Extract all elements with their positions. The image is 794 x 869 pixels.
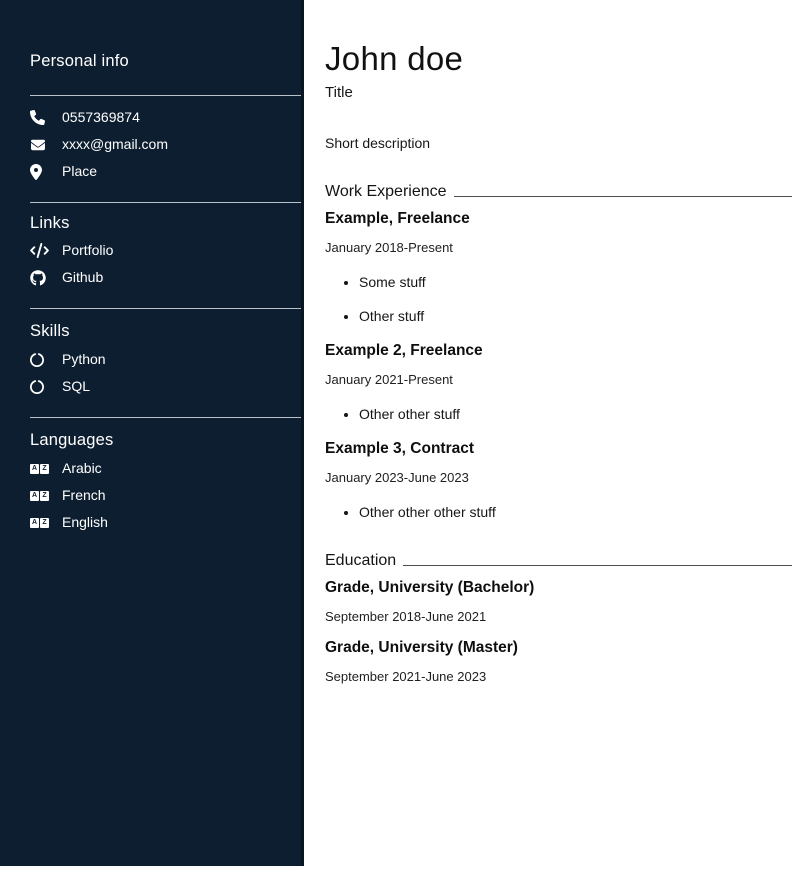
email-row: xxxx@gmail.com — [30, 136, 301, 153]
links-list: Portfolio Github — [30, 242, 301, 286]
skill-label: SQL — [62, 378, 90, 395]
section-rule — [454, 196, 792, 197]
language-label: English — [62, 514, 108, 531]
experience-entry: Example 2, Freelance January 2021-Presen… — [325, 342, 792, 422]
place-label: Place — [62, 163, 97, 180]
github-icon — [30, 270, 52, 286]
language-row: AZ English — [30, 514, 301, 531]
bullet-item: Other other other stuff — [359, 504, 792, 520]
entry-date: January 2023-June 2023 — [325, 470, 792, 485]
phone-number: 0557369874 — [62, 109, 140, 126]
circle-notch-icon — [30, 380, 52, 394]
language-icon: AZ — [30, 464, 52, 474]
language-icon: AZ — [30, 491, 52, 501]
entry-title: Grade, University (Bachelor) — [325, 579, 792, 596]
short-description: Short description — [325, 135, 792, 151]
skills-list: Python SQL — [30, 351, 301, 395]
entry-bullet-list: Other other stuff — [325, 406, 792, 422]
bullet-item: Other other stuff — [359, 406, 792, 422]
location-pin-icon — [30, 164, 52, 180]
language-icon: AZ — [30, 518, 52, 528]
skills-heading: Skills — [30, 322, 301, 341]
link-github[interactable]: Github — [30, 269, 301, 286]
sidebar: Personal info 0557369874 xxxx@gmail.com … — [0, 0, 304, 866]
link-portfolio-label: Portfolio — [62, 242, 113, 259]
entry-date: January 2021-Present — [325, 372, 792, 387]
personal-info-heading: Personal info — [30, 52, 301, 71]
experience-entry: Example 3, Contract January 2023-June 20… — [325, 440, 792, 520]
education-heading: Education — [325, 551, 396, 570]
contact-list: 0557369874 xxxx@gmail.com Place — [30, 109, 301, 180]
experience-entry: Example, Freelance January 2018-Present … — [325, 210, 792, 324]
place-row: Place — [30, 163, 301, 180]
education-entries: Grade, University (Bachelor) September 2… — [325, 579, 792, 684]
education-entry: Grade, University (Bachelor) September 2… — [325, 579, 792, 624]
education-entry: Grade, University (Master) September 202… — [325, 639, 792, 684]
candidate-title: Title — [325, 84, 792, 101]
phone-row: 0557369874 — [30, 109, 301, 126]
candidate-name: John doe — [325, 42, 792, 75]
envelope-icon — [30, 138, 52, 152]
entry-date: September 2021-June 2023 — [325, 669, 792, 684]
work-experience-heading: Work Experience — [325, 182, 447, 201]
work-experience-entries: Example, Freelance January 2018-Present … — [325, 210, 792, 520]
link-portfolio[interactable]: Portfolio — [30, 242, 301, 259]
divider — [30, 308, 301, 309]
bullet-item: Some stuff — [359, 274, 792, 290]
language-label: French — [62, 487, 106, 504]
entry-title: Example 2, Freelance — [325, 342, 792, 359]
entry-title: Example, Freelance — [325, 210, 792, 227]
circle-notch-icon — [30, 353, 52, 367]
language-label: Arabic — [62, 460, 102, 477]
languages-heading: Languages — [30, 431, 301, 450]
main-content: John doe Title Short description Work Ex… — [304, 0, 794, 869]
resume-page: Personal info 0557369874 xxxx@gmail.com … — [0, 0, 794, 869]
links-heading: Links — [30, 214, 301, 233]
entry-date: September 2018-June 2021 — [325, 609, 792, 624]
entry-bullet-list: Some stuff Other stuff — [325, 274, 792, 324]
education-header: Education — [325, 551, 792, 570]
entry-title: Grade, University (Master) — [325, 639, 792, 656]
email-address: xxxx@gmail.com — [62, 136, 168, 153]
entry-bullet-list: Other other other stuff — [325, 504, 792, 520]
language-row: AZ French — [30, 487, 301, 504]
languages-list: AZ Arabic AZ French AZ English — [30, 460, 301, 531]
bullet-item: Other stuff — [359, 308, 792, 324]
skill-row: SQL — [30, 378, 301, 395]
work-experience-header: Work Experience — [325, 182, 792, 201]
language-row: AZ Arabic — [30, 460, 301, 477]
phone-icon — [30, 110, 52, 125]
divider — [30, 417, 301, 418]
divider — [30, 202, 301, 203]
entry-title: Example 3, Contract — [325, 440, 792, 457]
section-rule — [403, 565, 792, 566]
divider — [30, 95, 301, 96]
skill-row: Python — [30, 351, 301, 368]
link-github-label: Github — [62, 269, 103, 286]
entry-date: January 2018-Present — [325, 240, 792, 255]
skill-label: Python — [62, 351, 106, 368]
code-icon — [30, 243, 52, 258]
